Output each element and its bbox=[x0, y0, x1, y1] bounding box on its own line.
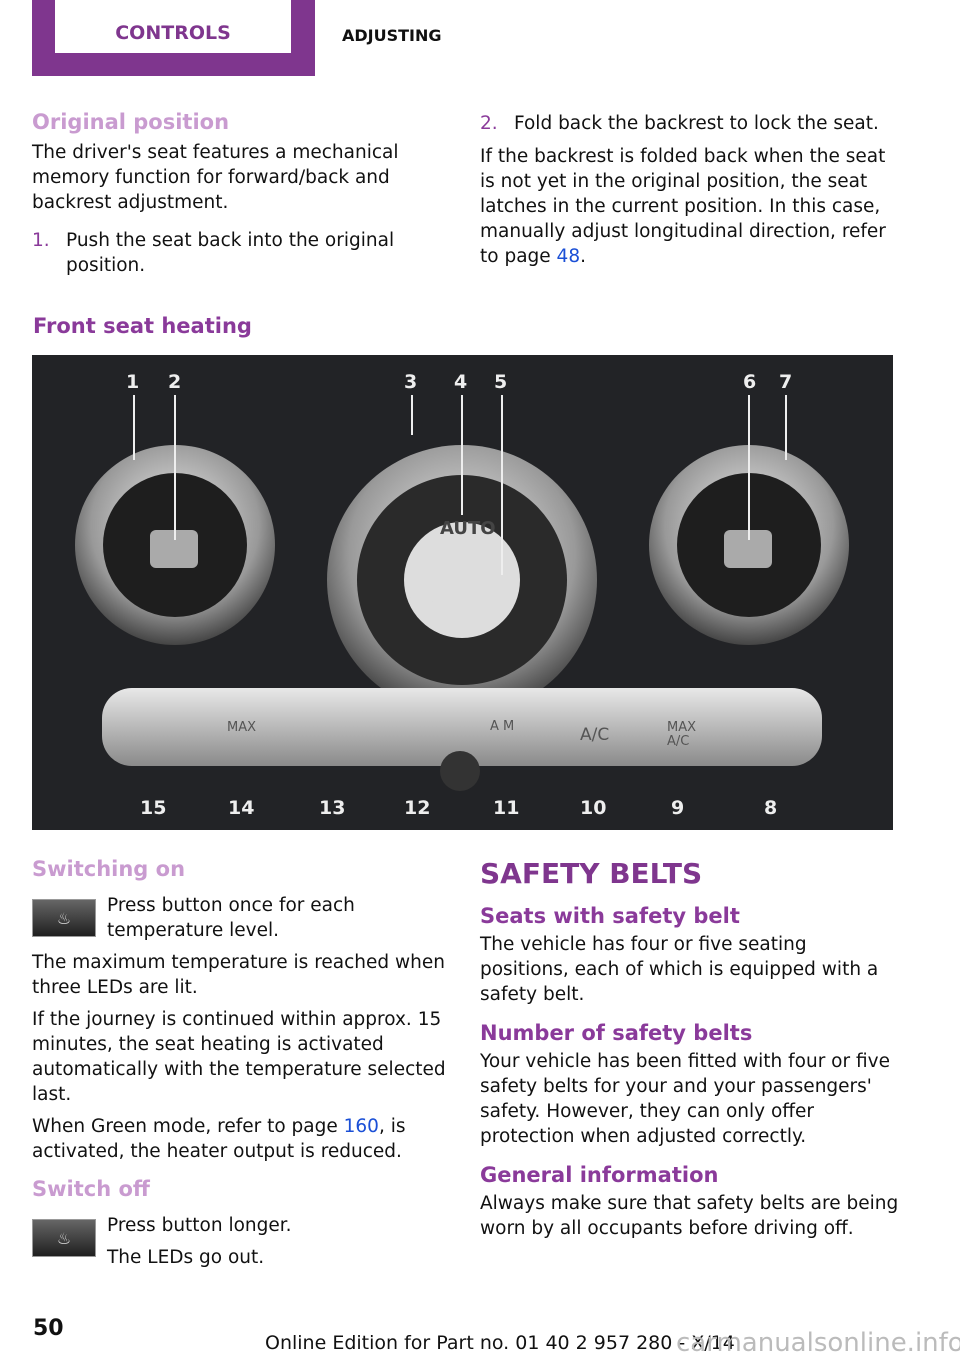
step-number: 1. bbox=[32, 230, 50, 251]
callout-7: 7 bbox=[779, 371, 793, 393]
callout-5: 5 bbox=[494, 371, 508, 393]
original-position-continued: 2. Fold back the backrest to lock the sea… bbox=[480, 111, 892, 269]
number-heading: Number of safety belts bbox=[480, 1021, 753, 1045]
text: . bbox=[580, 246, 586, 267]
watermark: carmanualsonline.info bbox=[676, 1328, 960, 1358]
ac-label: A/C bbox=[580, 725, 610, 745]
section-label: ADJUSTING bbox=[342, 26, 442, 45]
page-number: 50 bbox=[33, 1316, 64, 1341]
text: When Green mode, refer to page bbox=[32, 1116, 344, 1137]
chapter-label: CONTROLS bbox=[55, 0, 291, 53]
callout-11: 11 bbox=[493, 797, 520, 819]
callout-8: 8 bbox=[764, 797, 778, 819]
switching-on-p3: When Green mode, refer to page 160, is a… bbox=[32, 1114, 447, 1164]
switch-off-section: Switch off ♨ Press button longer. The LE… bbox=[32, 1177, 447, 1270]
seat-heating-icon: ♨ bbox=[32, 1219, 96, 1257]
callout-15: 15 bbox=[140, 797, 167, 819]
chapter-tab: CONTROLS bbox=[32, 0, 315, 76]
number-paragraph: Your vehicle has been fitted with four o… bbox=[480, 1051, 890, 1147]
general-paragraph: Always make sure that safety belts are b… bbox=[480, 1193, 899, 1239]
callout-14: 14 bbox=[228, 797, 255, 819]
switch-off-heading: Switch off bbox=[32, 1177, 150, 1201]
callout-1: 1 bbox=[126, 371, 140, 393]
switching-on-section: Switching on ♨ Press button once for eac… bbox=[32, 857, 447, 1164]
step-1: 1. Push the seat back into the original p… bbox=[32, 228, 444, 278]
switching-on-p2: If the journey is continued within appro… bbox=[32, 1009, 446, 1105]
switch-off-line2: The LEDs go out. bbox=[107, 1247, 265, 1268]
page-link[interactable]: 48 bbox=[557, 246, 581, 267]
switch-off-line1: Press button longer. bbox=[107, 1215, 292, 1236]
callout-3: 3 bbox=[404, 371, 418, 393]
center-knob bbox=[440, 751, 480, 791]
max-defrost-label: MAX bbox=[227, 720, 257, 735]
original-position-intro: The driver's seat features a mechanical … bbox=[32, 142, 399, 213]
seats-heading: Seats with safety belt bbox=[480, 904, 740, 928]
switching-on-heading: Switching on bbox=[32, 857, 186, 881]
original-position-section: Original position The driver's seat feat… bbox=[32, 110, 444, 278]
safety-belts-section: SAFETY BELTS Seats with safety belt The … bbox=[480, 857, 900, 1241]
switching-on-p1: The maximum temperature is reached when … bbox=[32, 952, 445, 998]
safety-belts-title: SAFETY BELTS bbox=[480, 857, 703, 890]
callout-12: 12 bbox=[404, 797, 431, 819]
callout-2: 2 bbox=[168, 371, 182, 393]
callout-9: 9 bbox=[671, 797, 685, 819]
seat-heating-icon: ♨ bbox=[32, 899, 96, 937]
seats-paragraph: The vehicle has four or five seating pos… bbox=[480, 934, 879, 1005]
control-panel-illustration bbox=[32, 355, 893, 830]
callout-10: 10 bbox=[580, 797, 607, 819]
step-number: 2. bbox=[480, 113, 498, 134]
text: If the backrest is folded back when the … bbox=[480, 146, 886, 267]
callout-6: 6 bbox=[743, 371, 757, 393]
auto-label: AUTO bbox=[440, 518, 496, 539]
callout-4: 4 bbox=[454, 371, 468, 393]
page-link[interactable]: 160 bbox=[344, 1116, 379, 1137]
backrest-paragraph: If the backrest is folded back when the … bbox=[480, 144, 892, 269]
recirculation-label: A M bbox=[490, 719, 515, 734]
step-text: Push the seat back into the original pos… bbox=[66, 230, 395, 276]
original-position-heading: Original position bbox=[32, 110, 230, 134]
front-seat-heating-heading: Front seat heating bbox=[33, 314, 252, 338]
edition-text: Online Edition for Part no. 01 40 2 957 … bbox=[265, 1332, 735, 1354]
general-heading: General information bbox=[480, 1163, 719, 1187]
callout-13: 13 bbox=[319, 797, 346, 819]
switching-on-instruction: Press button once for each temperature l… bbox=[107, 895, 355, 941]
climate-control-photo: AUTO OFF MAX A M A/C MAX A/C 1 2 3 4 5 6… bbox=[32, 355, 893, 830]
step-text: Fold back the backrest to lock the seat. bbox=[514, 113, 879, 134]
step-2: 2. Fold back the backrest to lock the sea… bbox=[480, 111, 892, 136]
max-ac-label: MAX A/C bbox=[667, 720, 697, 749]
